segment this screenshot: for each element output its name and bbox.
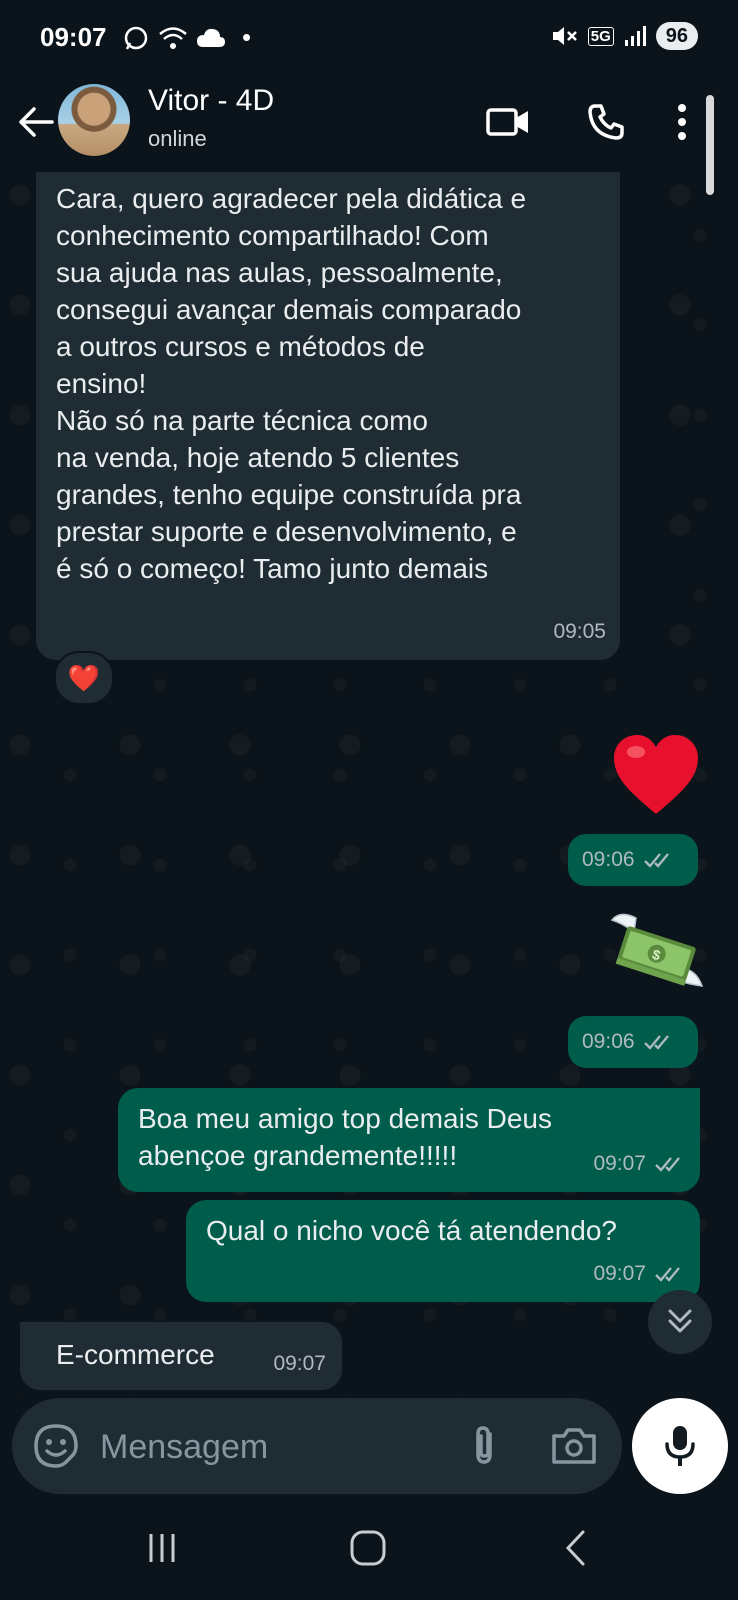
status-icons-right: 5G 96 (550, 22, 698, 50)
message-bubble-outgoing[interactable]: Qual o nicho você tá atendendo? 09:07 (186, 1200, 700, 1302)
back-button[interactable] (14, 100, 58, 144)
voice-message-button[interactable] (632, 1398, 728, 1494)
message-text: E-commerce (56, 1339, 215, 1370)
status-bar: 09:07 • 5G 96 (0, 0, 738, 78)
read-check-icon (643, 853, 669, 868)
contact-avatar[interactable] (58, 84, 130, 156)
message-time: 09:07 (593, 1152, 646, 1175)
signal-icon (624, 26, 646, 46)
chevron-left-icon (565, 1530, 585, 1566)
money-emoji-message[interactable]: $ (608, 910, 706, 1002)
money-with-wings-icon: $ (610, 913, 704, 987)
message-reaction[interactable]: ❤️ (54, 651, 114, 705)
voice-call-button[interactable] (580, 96, 632, 148)
battery-indicator: 96 (655, 22, 698, 50)
dot-icon: • (242, 22, 252, 52)
sticker-icon (34, 1424, 78, 1468)
read-check-icon (655, 1266, 680, 1282)
reaction-emoji: ❤️ (67, 662, 101, 693)
message-meta: 09:07 (593, 1145, 684, 1182)
heart-emoji-message[interactable] (610, 730, 702, 822)
video-call-button[interactable] (482, 96, 534, 148)
message-time: 09:05 (553, 620, 606, 643)
phone-icon (588, 104, 624, 140)
recent-apps-button[interactable] (132, 1520, 192, 1576)
scroll-to-bottom-button[interactable] (648, 1290, 712, 1354)
home-button[interactable] (338, 1520, 398, 1576)
video-camera-icon (486, 108, 528, 136)
read-check-icon (655, 1156, 680, 1172)
read-check-icon (643, 1035, 669, 1050)
message-text: Cara, quero agradecer pela didática e co… (56, 183, 527, 584)
message-time-pill: 09:06 (568, 1016, 698, 1068)
message-bubble-incoming[interactable]: E-commerce 09:07 (20, 1322, 342, 1390)
mute-icon (552, 27, 577, 45)
paperclip-icon (476, 1426, 492, 1464)
camera-button[interactable] (548, 1422, 600, 1470)
cloud-icon (197, 28, 225, 47)
more-vertical-icon (678, 104, 686, 140)
status-time: 09:07 (40, 22, 107, 52)
message-time: 09:07 (593, 1262, 646, 1285)
message-bubble-incoming[interactable]: Cara, quero agradecer pela didática e co… (36, 172, 620, 660)
contact-name[interactable]: Vitor - 4D (148, 84, 274, 118)
contact-status: online (148, 126, 207, 151)
whatsapp-notification-icon (124, 26, 148, 50)
scrollbar[interactable] (706, 95, 714, 195)
recent-apps-icon (149, 1534, 175, 1562)
message-time: 09:06 (582, 848, 635, 871)
camera-icon (552, 1428, 596, 1464)
double-chevron-down-icon (668, 1309, 692, 1333)
back-nav-button[interactable] (546, 1520, 606, 1576)
heart-emoji-icon (614, 735, 698, 814)
message-time: 09:06 (582, 1030, 635, 1053)
message-composer (12, 1398, 622, 1494)
message-meta: 09:07 (593, 1255, 684, 1292)
microphone-icon (665, 1426, 695, 1466)
system-navigation-bar (0, 1496, 738, 1600)
home-icon (350, 1530, 386, 1566)
arrow-left-icon (19, 107, 54, 137)
message-input[interactable] (98, 1420, 442, 1474)
emoji-sticker-button[interactable] (32, 1422, 80, 1470)
message-time-pill: 09:06 (568, 834, 698, 886)
message-text: Qual o nicho você tá atendendo? (206, 1215, 617, 1246)
attach-button[interactable] (460, 1422, 508, 1470)
status-icons-left: • (122, 22, 251, 53)
more-options-button[interactable] (664, 96, 700, 148)
message-time: 09:07 (273, 1352, 326, 1375)
network-type: 5G (587, 26, 614, 46)
wifi-icon (159, 26, 187, 49)
message-bubble-outgoing[interactable]: Boa meu amigo top demais Deus abençoe gr… (118, 1088, 700, 1192)
chat-header: Vitor - 4D online (0, 78, 738, 178)
